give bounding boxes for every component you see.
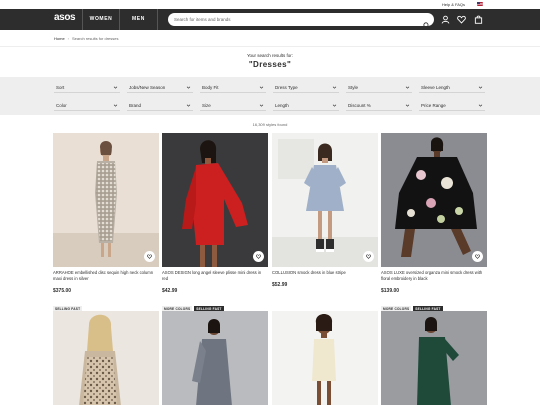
tab-women[interactable]: WOMEN (82, 9, 120, 30)
chevron-down-icon (478, 104, 483, 107)
breadcrumb-current: Search results for dresses (72, 36, 119, 41)
product-badges: MORE COLORS SELLING FAST (162, 297, 226, 312)
search-icon[interactable] (423, 16, 430, 29)
filter-label: Size (202, 103, 211, 108)
divider (0, 46, 540, 47)
save-heart-icon (147, 254, 152, 259)
chevron-down-icon (332, 104, 337, 107)
search-results-intro: Your search results for: (246, 53, 294, 58)
save-for-later-button[interactable] (472, 251, 483, 262)
filter-label: Price Range (421, 103, 446, 108)
product-price: $42.99 (162, 288, 178, 294)
chevron-down-icon (113, 104, 118, 107)
save-for-later-button[interactable] (144, 251, 155, 262)
filter-brand[interactable]: Brand (127, 100, 193, 111)
chevron-down-icon (259, 104, 264, 107)
product-image[interactable] (272, 311, 378, 405)
chevron-down-icon (186, 104, 191, 107)
tab-men[interactable]: MEN (120, 9, 158, 30)
product-image[interactable] (162, 311, 268, 405)
filter-style[interactable]: Style (346, 82, 412, 93)
save-heart-icon (475, 254, 480, 259)
product-image[interactable] (381, 311, 487, 405)
chevron-down-icon (405, 104, 410, 107)
filter-bar: Sort Jobs/New Season Body Fit Dress Type… (0, 77, 540, 115)
filter-dress-type[interactable]: Dress Type (273, 82, 339, 93)
filter-label: Jobs/New Season (129, 85, 166, 90)
filter-discount[interactable]: Discount % (346, 100, 412, 111)
product-price: $52.99 (272, 282, 288, 288)
chevron-down-icon (478, 86, 483, 89)
search-bar (168, 13, 434, 29)
filter-label: Dress Type (275, 85, 298, 90)
heart-icon[interactable] (457, 15, 466, 24)
product-image[interactable] (381, 133, 487, 267)
chevron-down-icon (186, 86, 191, 89)
product-badges: SELLING FAST (53, 297, 84, 312)
save-for-later-button[interactable] (363, 251, 374, 262)
filter-label: Sort (56, 85, 65, 90)
filter-length[interactable]: Length (273, 100, 339, 111)
filter-size[interactable]: Size (200, 100, 266, 111)
product-badges: MORE COLORS SELLING FAST (381, 297, 445, 312)
chevron-down-icon (405, 86, 410, 89)
help-faqs-link[interactable]: Help & FAQs (442, 2, 465, 7)
product-image[interactable] (272, 133, 378, 267)
product-price: $375.00 (53, 288, 72, 294)
product-price: $139.00 (381, 288, 400, 294)
account-icon[interactable] (441, 15, 450, 24)
save-for-later-button[interactable] (253, 251, 264, 262)
filter-label: Color (56, 103, 67, 108)
search-query-title: "Dresses" (248, 60, 292, 69)
filter-label: Discount % (348, 103, 371, 108)
product-name[interactable]: COLLUSION smock dress in blue stripe (272, 270, 378, 276)
filter-body-fit[interactable]: Body Fit (200, 82, 266, 93)
main-navbar: asos WOMEN MEN (0, 9, 540, 30)
search-input[interactable] (174, 15, 414, 24)
filter-sleeve-length[interactable]: Sleeve Length (419, 82, 485, 93)
styles-found-count: 16,309 styles found (252, 122, 288, 127)
breadcrumb-home[interactable]: Home (54, 36, 65, 41)
filter-label: Brand (129, 103, 142, 108)
filter-label: Style (348, 85, 359, 90)
breadcrumb-separator: › (67, 36, 70, 41)
top-utility-bar: Help & FAQs (0, 0, 540, 9)
filter-jobs-new-season[interactable]: Jobs/New Season (127, 82, 193, 93)
product-name[interactable]: ASOS DESIGN long angel sleeve plisse min… (162, 270, 268, 282)
us-flag-icon[interactable] (477, 2, 483, 6)
breadcrumb: Home › Search results for dresses (54, 36, 118, 41)
chevron-down-icon (332, 86, 337, 89)
save-heart-icon (366, 254, 371, 259)
asos-logo[interactable]: asos (54, 12, 76, 23)
product-image[interactable] (53, 311, 159, 405)
filter-sort[interactable]: Sort (54, 82, 120, 93)
filter-label: Body Fit (202, 85, 219, 90)
filter-color[interactable]: Color (54, 100, 120, 111)
product-image[interactable] (53, 133, 159, 267)
save-heart-icon (256, 254, 261, 259)
chevron-down-icon (113, 86, 118, 89)
chevron-down-icon (259, 86, 264, 89)
bag-icon[interactable] (474, 15, 483, 24)
product-name[interactable]: ASOS LUXE oversized organza mini smock d… (381, 270, 487, 282)
product-name[interactable]: ARRAHOE embellished disc sequin high nec… (53, 270, 159, 282)
filter-label: Length (275, 103, 289, 108)
product-image[interactable] (162, 133, 268, 267)
filter-price-range[interactable]: Price Range (419, 100, 485, 111)
filter-label: Sleeve Length (421, 85, 450, 90)
